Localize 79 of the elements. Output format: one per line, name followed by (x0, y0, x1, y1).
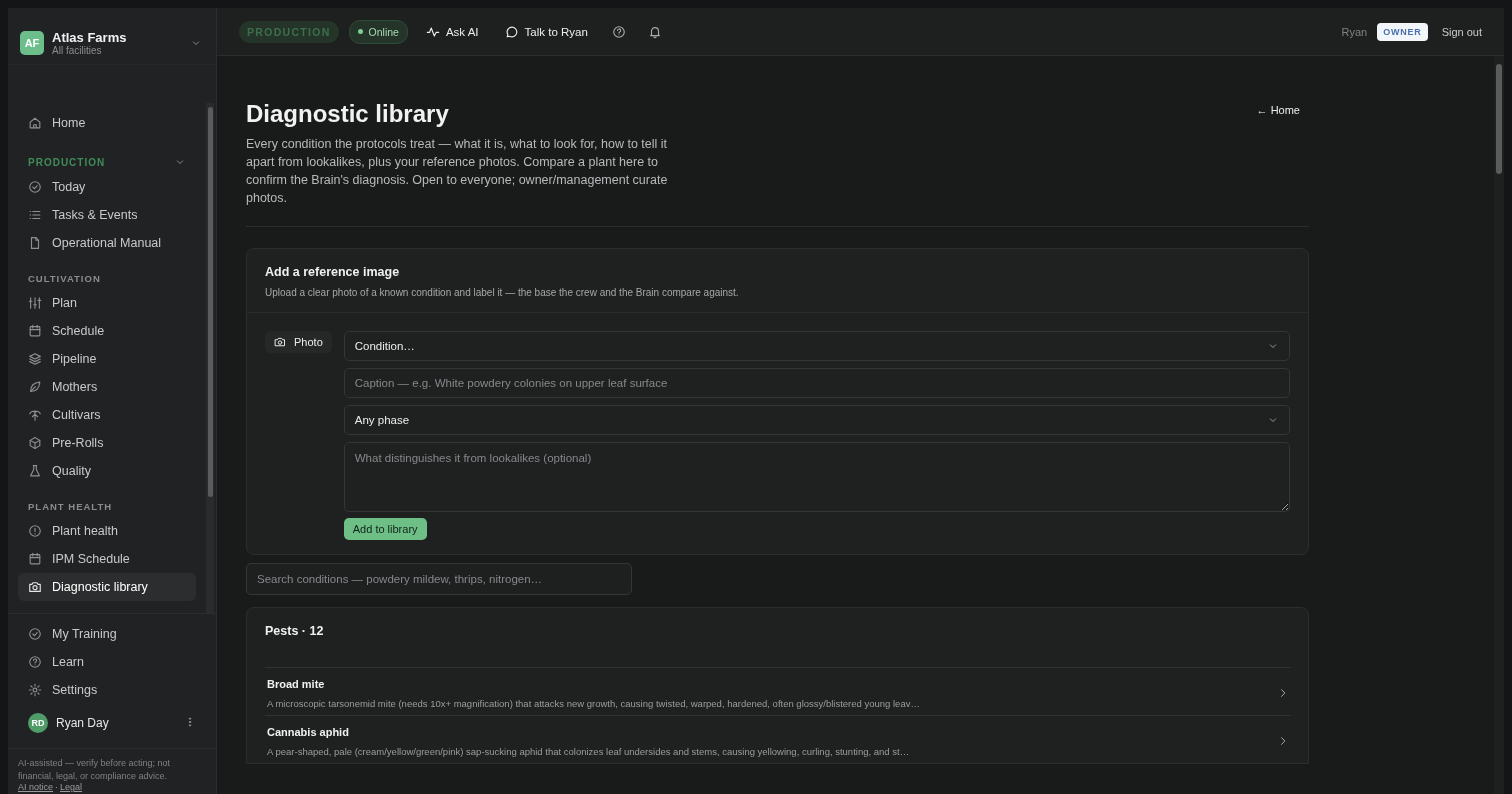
sign-out-link[interactable]: Sign out (1441, 25, 1482, 38)
top-link[interactable]: Talk to Ryan (496, 24, 596, 39)
footer-link[interactable]: Legal (60, 782, 83, 793)
section-heading: PLANT HEALTH (28, 500, 113, 512)
sidebar-item[interactable]: Diagnostic library (18, 573, 196, 601)
layers-icon (28, 352, 42, 366)
condition-description: A pear-shaped, pale (cream/yellow/green/pink) sap-sucking aphid that colonizes leaf undersides and stems, causing yellowing, curling, stunting, and st… (267, 745, 911, 757)
scrollbar-thumb[interactable] (207, 107, 213, 497)
document-icon (28, 236, 42, 250)
chat-icon (504, 24, 519, 39)
category-title: Pests · 12 (265, 623, 325, 640)
leaf-icon (28, 380, 42, 394)
sidebar-item[interactable]: My Training (18, 620, 206, 648)
help-icon (28, 655, 42, 669)
sidebar-item[interactable]: Cultivars (18, 401, 196, 429)
condition-name: Cannabis aphid (267, 725, 350, 738)
disclaimer-text: AI-assisted — verify before acting; not financial, legal, or compliance advice. (8, 748, 216, 783)
org-logo: AF (20, 31, 44, 55)
list-icon (28, 208, 42, 222)
calendar-icon (28, 552, 42, 566)
sidebar-item[interactable]: IPM Schedule (18, 545, 196, 573)
condition-description: A microscopic tarsonemid mite (needs 10x+ magnification) that attacks new growth, causing twisted, warped, hardened, often glossy/blistered young leav… (267, 697, 921, 709)
condition-name: Broad mite (267, 677, 326, 690)
condition-row[interactable]: Broad mite A microscopic tarsonemid mite (needs 10x+ magnification) that attacks new growth, causing twisted, warped, hardened, often glossy/blistered young leav… (265, 666, 1291, 715)
sidebar-item[interactable]: Tasks & Events (18, 201, 196, 229)
alert-icon (28, 524, 42, 538)
sidebar-item[interactable]: Today (18, 173, 196, 201)
sidebar-item[interactable]: Plan (18, 289, 196, 317)
role-badge: OWNER (1377, 22, 1428, 41)
back-link[interactable]: ← Home (1256, 104, 1300, 118)
top-link[interactable]: Ask AI (417, 24, 487, 39)
phase-select[interactable]: Any phase (343, 404, 1290, 435)
status-badge: Online (348, 19, 408, 44)
sidebar-item[interactable]: Schedule (18, 317, 196, 345)
sidebar-item[interactable]: Operational Manual (18, 229, 196, 257)
bell-icon (647, 24, 662, 39)
card-title: Add a reference image (265, 264, 401, 279)
condition-row[interactable]: Cannabis aphid A pear-shaped, pale (cream/yellow/green/pink) sap-sucking aphid that colonizes leaf undersides and stems, causing yellowing, curling, stunting, and st… (265, 714, 1291, 763)
photo-button[interactable]: Photo (265, 330, 332, 353)
user-name[interactable]: Ryan Day (56, 716, 176, 730)
check-circle-icon (28, 627, 42, 641)
condition-select[interactable]: Condition… (343, 330, 1290, 361)
flask-icon (28, 464, 42, 478)
org-subtitle: All facilities (52, 45, 103, 56)
separator-dot: · (55, 782, 59, 793)
sidebar-item[interactable]: Plant health (18, 517, 196, 545)
add-to-library-button[interactable]: Add to library (343, 517, 427, 540)
user-name: Ryan (1341, 25, 1368, 38)
calendar-icon (28, 324, 42, 338)
pulse-icon (425, 24, 440, 39)
box-icon (28, 436, 42, 450)
sidebar-item[interactable]: Pipeline (18, 345, 196, 373)
camera-icon (28, 580, 42, 594)
sidebar-item[interactable]: Home (18, 109, 196, 137)
camera-icon (274, 335, 286, 348)
sliders-icon (28, 296, 42, 310)
home-icon (28, 116, 42, 130)
sidebar-item[interactable]: Mothers (18, 373, 196, 401)
section-heading: CULTIVATION (28, 272, 101, 284)
sidebar-item[interactable]: Pre-Rolls (18, 429, 196, 457)
section-heading[interactable]: PRODUCTION (28, 156, 106, 168)
caption-field[interactable]: Caption — e.g. White powdery colonies on upper leaf surface (343, 367, 1290, 398)
footer-link[interactable]: AI notice (18, 782, 54, 793)
card-subtitle: Upload a clear photo of a known condition and label it — the base the crew and the Brain compare against. (265, 286, 740, 298)
page-description: Every condition the protocols treat — what it is, what to look for, how to tell it apart from lookalikes, plus your reference photos. Compare a plant here to confirm the Brain's diagnosis. Open to everyone; owner/management curate photos. (246, 136, 669, 208)
sidebar-item[interactable]: Settings (18, 676, 206, 704)
sidebar-item[interactable]: Learn (18, 648, 206, 676)
page-title: Diagnostic library (246, 100, 450, 128)
search-field[interactable]: Search conditions — powdery mildew, thrips, nitrogen… (246, 562, 632, 595)
plant-icon (28, 408, 42, 422)
help-icon (611, 24, 626, 39)
scrollbar-thumb[interactable] (1496, 64, 1502, 174)
check-circle-icon (28, 180, 42, 194)
gear-icon (28, 683, 42, 697)
org-name[interactable]: Atlas Farms (52, 30, 182, 45)
user-avatar: RD (28, 713, 48, 733)
sidebar-item[interactable]: Quality (18, 457, 196, 485)
mode-badge: PRODUCTION (239, 20, 339, 43)
notes-field[interactable]: What distinguishes it from lookalikes (optional) (343, 441, 1290, 512)
